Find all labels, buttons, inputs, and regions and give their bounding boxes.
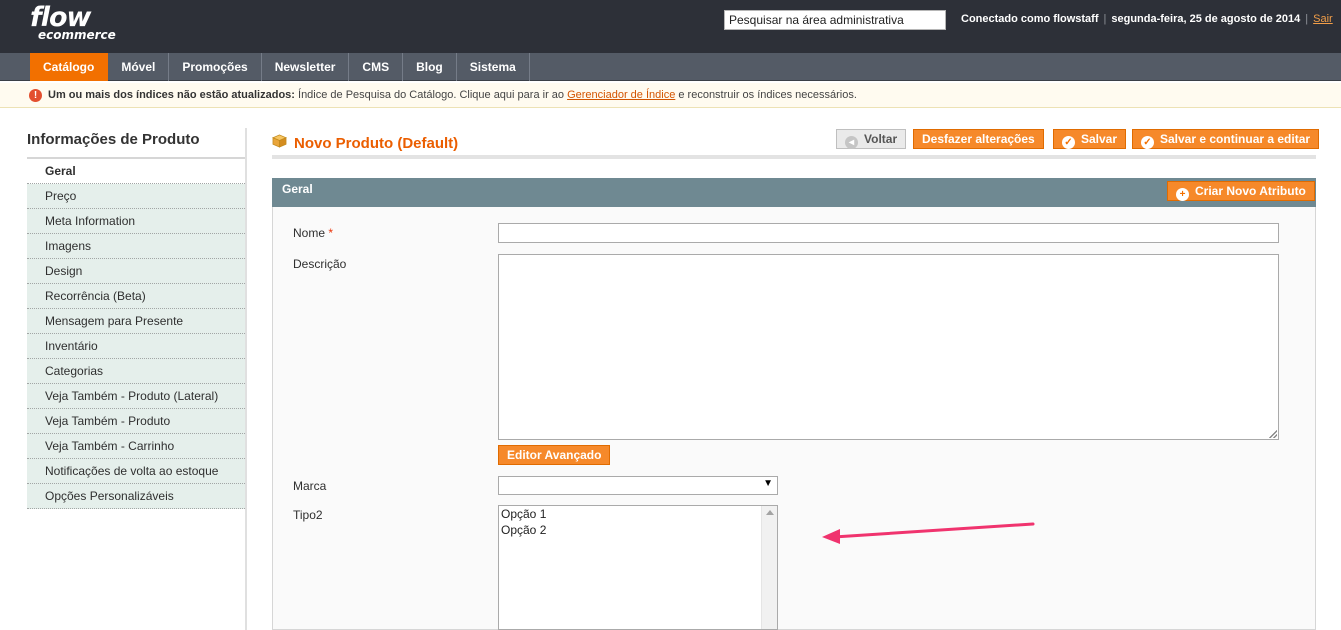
advanced-editor-label: Editor Avançado bbox=[507, 448, 602, 462]
panel-title: Geral bbox=[282, 182, 313, 196]
nav-blog[interactable]: Blog bbox=[403, 53, 457, 81]
main-nav: Catálogo Móvel Promoções Newsletter CMS … bbox=[0, 53, 1341, 81]
sidebar-divider bbox=[245, 128, 247, 630]
sidebar-title: Informações de Produto bbox=[27, 128, 247, 159]
nav-promotions[interactable]: Promoções bbox=[169, 53, 262, 81]
admin-search-input[interactable] bbox=[724, 10, 946, 30]
logo[interactable]: flow ecommerce bbox=[30, 4, 116, 42]
dropdown-arrow-icon: ▼ bbox=[763, 478, 773, 489]
resize-grip-icon[interactable] bbox=[1269, 430, 1277, 438]
nav-system[interactable]: Sistema bbox=[457, 53, 530, 81]
sidebar-item-recurring[interactable]: Recorrência (Beta) bbox=[27, 284, 247, 309]
check-circle-icon: ✓ bbox=[1062, 136, 1075, 149]
name-label-text: Nome bbox=[293, 226, 326, 240]
type2-option-1[interactable]: Opção 1 bbox=[499, 506, 777, 522]
notice-text: Um ou mais dos índices não estão atualiz… bbox=[48, 83, 857, 108]
create-attribute-button[interactable]: + Criar Novo Atributo bbox=[1167, 181, 1315, 201]
error-icon: ! bbox=[29, 89, 42, 102]
sidebar-item-custom-options[interactable]: Opções Personalizáveis bbox=[27, 484, 247, 509]
logged-in-user: Conectado como flowstaff bbox=[961, 13, 1099, 25]
box-icon bbox=[272, 134, 287, 148]
header-info: Conectado como flowstaff | segunda-feira, … bbox=[961, 13, 1333, 25]
sidebar-item-inventory[interactable]: Inventário bbox=[27, 334, 247, 359]
type2-label: Tipo2 bbox=[293, 508, 323, 522]
name-input[interactable] bbox=[498, 223, 1279, 243]
annotation-arrow-icon bbox=[822, 522, 1035, 544]
logout-link[interactable]: Sair bbox=[1313, 13, 1333, 25]
current-date: segunda-feira, 25 de agosto de 2014 bbox=[1111, 13, 1301, 25]
separator: | bbox=[1103, 13, 1107, 25]
check-circle-icon: ✓ bbox=[1141, 136, 1154, 149]
general-panel-header: Geral + Criar Novo Atributo bbox=[272, 178, 1316, 207]
brand-label: Marca bbox=[293, 479, 327, 493]
save-label: Salvar bbox=[1081, 132, 1118, 146]
type2-option-2[interactable]: Opção 2 bbox=[499, 522, 777, 538]
sidebar-item-gift-message[interactable]: Mensagem para Presente bbox=[27, 309, 247, 334]
nav-mobile[interactable]: Móvel bbox=[108, 53, 170, 81]
description-textarea[interactable] bbox=[498, 254, 1279, 440]
notice-tail-text: e reconstruir os índices necessários. bbox=[675, 89, 857, 101]
save-continue-label: Salvar e continuar a editar bbox=[1160, 132, 1311, 146]
page-title: Novo Produto (Default) bbox=[294, 135, 459, 152]
sidebar-item-design[interactable]: Design bbox=[27, 259, 247, 284]
notice-body-text: Índice de Pesquisa do Catálogo. Clique a… bbox=[294, 89, 568, 101]
sidebar-item-general[interactable]: Geral bbox=[27, 159, 247, 184]
nav-catalog[interactable]: Catálogo bbox=[30, 53, 109, 81]
create-attribute-label: Criar Novo Atributo bbox=[1195, 184, 1306, 198]
sidebar-item-crosssell[interactable]: Veja Também - Carrinho bbox=[27, 434, 247, 459]
sidebar-item-meta[interactable]: Meta Information bbox=[27, 209, 247, 234]
notice-bold-text: Um ou mais dos índices não estão atualiz… bbox=[48, 89, 295, 101]
sidebar-item-related[interactable]: Veja Também - Produto bbox=[27, 409, 247, 434]
plus-circle-icon: + bbox=[1176, 188, 1189, 201]
advanced-editor-button[interactable]: Editor Avançado bbox=[498, 445, 611, 465]
logo-text-secondary: ecommerce bbox=[38, 28, 116, 42]
sidebar-item-categories[interactable]: Categorias bbox=[27, 359, 247, 384]
back-button[interactable]: ◂ Voltar bbox=[836, 129, 907, 149]
sidebar-item-stock-alerts[interactable]: Notificações de volta ao estoque bbox=[27, 459, 247, 484]
brand-select[interactable]: ▼ bbox=[498, 476, 778, 495]
type2-multiselect[interactable]: Opção 1 Opção 2 bbox=[498, 505, 778, 630]
name-label: Nome * bbox=[293, 226, 333, 240]
index-manager-link[interactable]: Gerenciador de Índice bbox=[567, 89, 675, 101]
nav-newsletter[interactable]: Newsletter bbox=[262, 53, 350, 81]
nav-cms[interactable]: CMS bbox=[349, 53, 404, 81]
sidebar-item-related-side[interactable]: Veja Também - Produto (Lateral) bbox=[27, 384, 247, 409]
required-marker: * bbox=[328, 226, 334, 240]
index-notice: ! Um ou mais dos índices não estão atual… bbox=[0, 83, 1341, 108]
product-info-sidebar: Informações de Produto Geral Preço Meta … bbox=[27, 128, 247, 509]
sidebar-item-price[interactable]: Preço bbox=[27, 184, 247, 209]
save-button[interactable]: ✓ Salvar bbox=[1053, 129, 1127, 149]
sidebar-item-images[interactable]: Imagens bbox=[27, 234, 247, 259]
reset-label: Desfazer alterações bbox=[922, 132, 1035, 146]
save-continue-button[interactable]: ✓ Salvar e continuar a editar bbox=[1132, 129, 1320, 149]
back-label: Voltar bbox=[864, 132, 898, 146]
back-arrow-icon: ◂ bbox=[845, 136, 858, 149]
separator: | bbox=[1305, 13, 1309, 25]
scrollbar[interactable] bbox=[761, 506, 777, 629]
description-label: Descrição bbox=[293, 257, 347, 271]
header-bar: flow ecommerce Conectado como flowstaff |… bbox=[0, 0, 1341, 53]
reset-button[interactable]: Desfazer alterações bbox=[913, 129, 1044, 149]
sidebar-tabs: Geral Preço Meta Information Imagens Des… bbox=[27, 159, 247, 509]
scroll-up-icon[interactable] bbox=[766, 510, 774, 515]
